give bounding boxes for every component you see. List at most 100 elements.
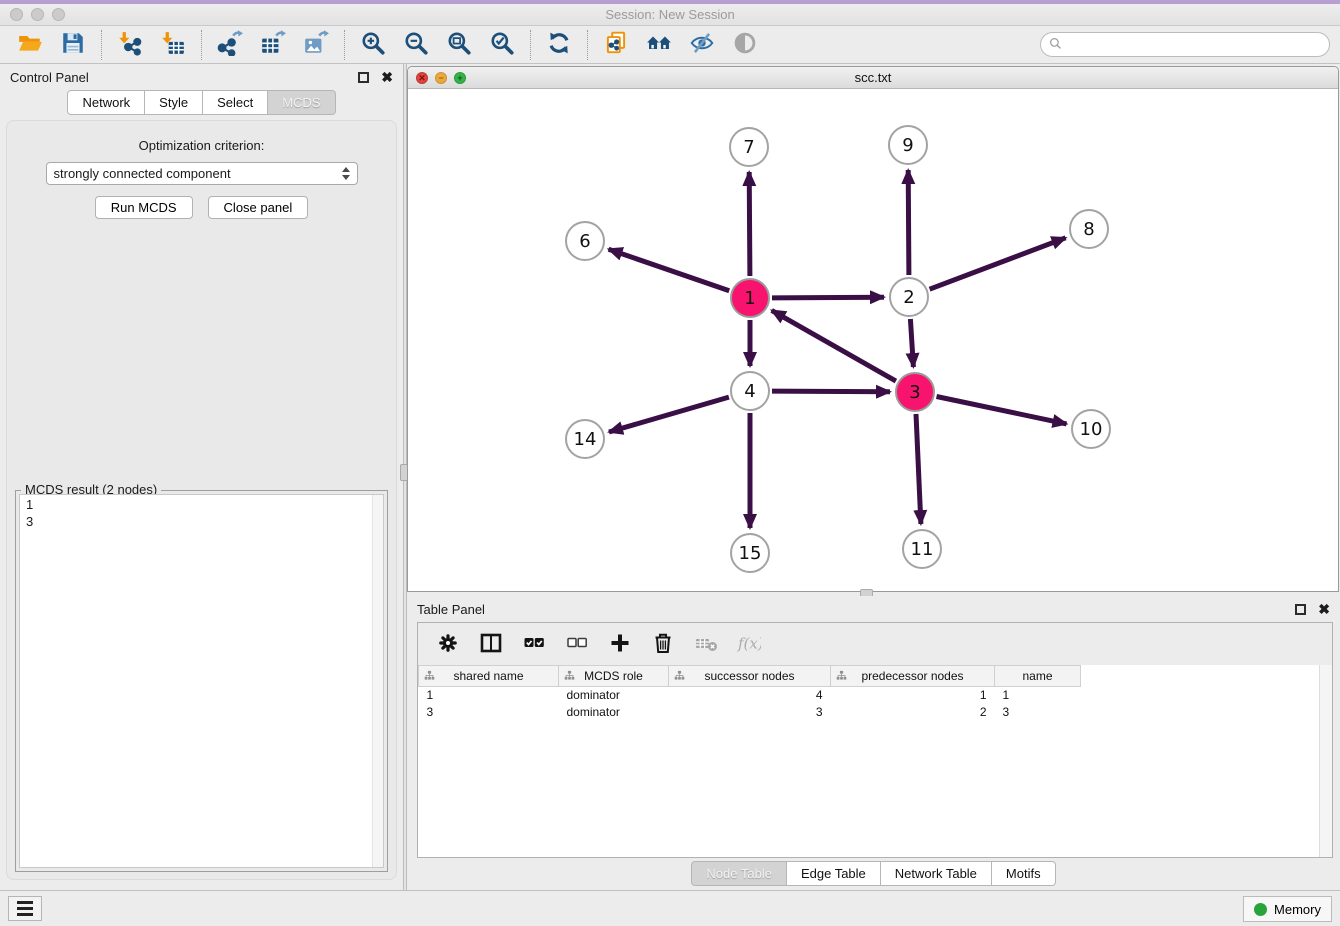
zoom-in-button[interactable] <box>359 31 387 59</box>
table-header-row: shared name MCDS role successor nodes prede… <box>419 666 1081 687</box>
edge-3-10[interactable] <box>937 397 1067 424</box>
tab-node-table[interactable]: Node Table <box>691 861 787 886</box>
node-10[interactable]: 10 <box>1071 409 1111 449</box>
node-6[interactable]: 6 <box>565 221 605 261</box>
duplicate-network-button[interactable] <box>602 31 630 59</box>
edge-2-8[interactable] <box>930 238 1066 289</box>
cell-predecessor_nodes: 2 <box>831 704 995 721</box>
select-all-button[interactable] <box>521 631 547 657</box>
node-2[interactable]: 2 <box>889 277 929 317</box>
float-panel-icon[interactable] <box>358 72 369 83</box>
control-panel: Control Panel ✖ NetworkStyleSelectMCDS O… <box>0 64 403 890</box>
close-panel-button[interactable]: Close panel <box>208 196 309 219</box>
refresh-layout-button[interactable] <box>545 31 573 59</box>
edge-1-2[interactable] <box>772 297 884 298</box>
cell-mcds_role: dominator <box>559 704 669 721</box>
search-box[interactable] <box>1040 32 1330 57</box>
table-row[interactable]: 3dominator323 <box>419 704 1081 721</box>
node-table[interactable]: shared name MCDS role successor nodes prede… <box>418 665 1081 721</box>
add-column-icon <box>608 631 632 658</box>
close-panel-icon[interactable]: ✖ <box>381 72 393 83</box>
tab-select[interactable]: Select <box>203 90 268 115</box>
edge-2-3[interactable] <box>910 319 913 367</box>
table-row[interactable]: 1dominator411 <box>419 687 1081 704</box>
main-toolbar <box>0 26 1340 64</box>
mcds-result-text[interactable]: 1 3 <box>19 494 384 868</box>
network-maximize-icon[interactable]: + <box>454 72 466 84</box>
edge-3-11[interactable] <box>916 414 921 524</box>
edge-1-7[interactable] <box>749 172 750 276</box>
add-column-button[interactable] <box>607 631 633 657</box>
tab-network[interactable]: Network <box>67 90 145 115</box>
zoom-fit-button[interactable] <box>445 31 473 59</box>
cell-shared_name: 3 <box>419 704 559 721</box>
hamburger-icon <box>17 901 33 904</box>
zoom-selected-button[interactable] <box>488 31 516 59</box>
node-15[interactable]: 15 <box>730 533 770 573</box>
column-label: shared name <box>453 669 523 683</box>
result-scrollbar[interactable] <box>372 495 383 867</box>
edge-3-1[interactable] <box>772 310 896 381</box>
table-scrollbar[interactable] <box>1319 665 1332 857</box>
cell-shared_name: 1 <box>419 687 559 704</box>
export-image-button[interactable] <box>302 31 330 59</box>
float-panel-icon[interactable] <box>1295 604 1306 615</box>
column-header-predecessor_nodes[interactable]: predecessor nodes <box>831 666 995 687</box>
zoom-selected-icon <box>489 30 515 59</box>
table-panel: Table Panel ✖ f(x) shared nameMCDS roles… <box>407 596 1340 890</box>
tab-edge-table[interactable]: Edge Table <box>787 861 881 886</box>
open-file-button[interactable] <box>16 31 44 59</box>
node-14[interactable]: 14 <box>565 419 605 459</box>
node-11[interactable]: 11 <box>902 529 942 569</box>
search-input[interactable] <box>1066 35 1329 55</box>
criterion-select[interactable]: strongly connected component <box>46 162 358 185</box>
cell-name: 1 <box>995 687 1081 704</box>
first-neighbors-button[interactable] <box>645 31 673 59</box>
run-mcds-button[interactable]: Run MCDS <box>95 196 193 219</box>
node-7[interactable]: 7 <box>729 127 769 167</box>
column-label: successor nodes <box>704 669 794 683</box>
save-session-button[interactable] <box>59 31 87 59</box>
attribute-tree-icon <box>564 670 575 684</box>
delete-column-icon <box>651 631 675 658</box>
network-close-icon[interactable]: ✕ <box>416 72 428 84</box>
export-network-button[interactable] <box>216 31 244 59</box>
tab-style[interactable]: Style <box>145 90 203 115</box>
edge-1-6[interactable] <box>609 249 730 291</box>
node-4[interactable]: 4 <box>730 371 770 411</box>
delete-column-button[interactable] <box>650 631 676 657</box>
edge-2-9[interactable] <box>908 170 909 275</box>
tab-network-table[interactable]: Network Table <box>881 861 992 886</box>
gear-button[interactable] <box>435 631 461 657</box>
column-header-name[interactable]: name <box>995 666 1081 687</box>
zoom-out-button[interactable] <box>402 31 430 59</box>
tab-mcds[interactable]: MCDS <box>268 90 335 115</box>
memory-button[interactable]: Memory <box>1243 896 1332 922</box>
split-view-icon <box>479 631 503 658</box>
edge-4-14[interactable] <box>609 397 729 432</box>
column-header-successor_nodes[interactable]: successor nodes <box>669 666 831 687</box>
attribute-tree-icon <box>674 670 685 684</box>
deselect-all-button[interactable] <box>564 631 590 657</box>
node-9[interactable]: 9 <box>888 125 928 165</box>
node-8[interactable]: 8 <box>1069 209 1109 249</box>
close-panel-icon[interactable]: ✖ <box>1318 604 1330 615</box>
import-network-button[interactable] <box>116 31 144 59</box>
import-table-button[interactable] <box>159 31 187 59</box>
cell-predecessor_nodes: 1 <box>831 687 995 704</box>
column-header-mcds_role[interactable]: MCDS role <box>559 666 669 687</box>
export-table-button[interactable] <box>259 31 287 59</box>
show-all-button[interactable] <box>731 31 759 59</box>
column-header-shared_name[interactable]: shared name <box>419 666 559 687</box>
split-view-button[interactable] <box>478 631 504 657</box>
node-1[interactable]: 1 <box>730 278 770 318</box>
status-menu-button[interactable] <box>8 896 42 921</box>
tab-motifs[interactable]: Motifs <box>992 861 1056 886</box>
hide-selected-button[interactable] <box>688 31 716 59</box>
node-3[interactable]: 3 <box>895 372 935 412</box>
edge-4-3[interactable] <box>772 391 890 392</box>
network-minimize-icon[interactable]: − <box>435 72 447 84</box>
network-canvas[interactable]: 1 2 3 4 6 7 8 9 10 11 14 15 <box>408 89 1338 591</box>
zoom-fit-icon <box>446 30 472 59</box>
edge-layer <box>408 89 1338 591</box>
